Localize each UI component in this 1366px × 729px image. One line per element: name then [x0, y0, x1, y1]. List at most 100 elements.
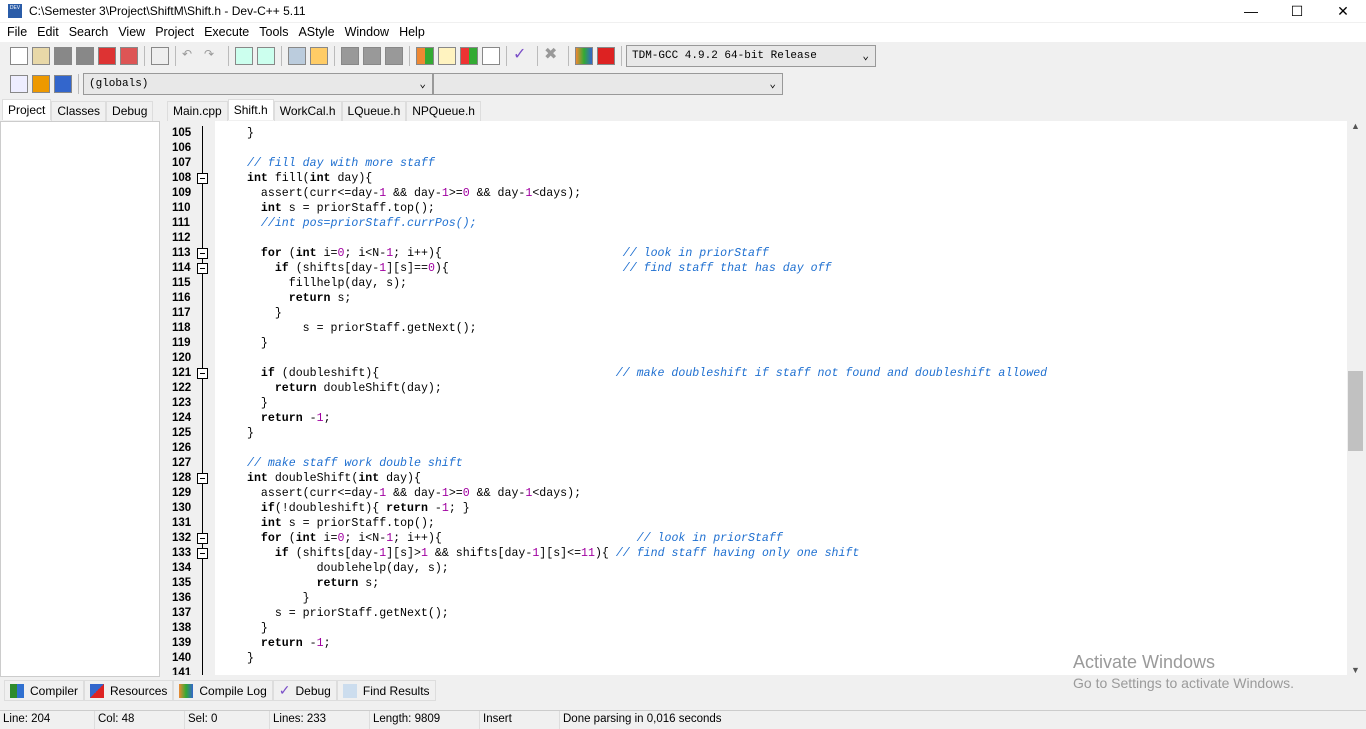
tab-classes[interactable]: Classes — [51, 101, 107, 121]
fold-toggle-icon[interactable] — [197, 548, 208, 559]
scrollbar-thumb[interactable] — [1348, 371, 1363, 451]
profile-chart-icon[interactable] — [575, 47, 593, 65]
code-line[interactable]: 131 int s = priorStaff.top(); — [165, 516, 1345, 531]
code-line[interactable]: 107 // fill day with more staff — [165, 156, 1345, 171]
new-file-icon[interactable] — [10, 47, 28, 65]
tab-project[interactable]: Project — [2, 99, 52, 120]
menu-help[interactable]: Help — [394, 23, 430, 42]
code-line[interactable]: 134 doublehelp(day, s); — [165, 561, 1345, 576]
tab-lqueue-h[interactable]: LQueue.h — [341, 101, 407, 121]
tab-find-results[interactable]: Find Results — [336, 680, 436, 701]
indent-icon[interactable] — [288, 47, 306, 65]
syntax-check-icon[interactable]: ✓ — [513, 47, 531, 65]
menu-tools[interactable]: Tools — [254, 23, 293, 42]
run-icon[interactable] — [438, 47, 456, 65]
code-line[interactable]: 133 if (shifts[day-1][s]>1 && shifts[day… — [165, 546, 1345, 561]
vertical-scrollbar[interactable]: ▲ ▼ — [1347, 121, 1364, 675]
save-icon[interactable] — [54, 47, 72, 65]
code-line[interactable]: 109 assert(curr<=day-1 && day-1>=0 && da… — [165, 186, 1345, 201]
code-line[interactable]: 117 } — [165, 306, 1345, 321]
code-line[interactable]: 122 return doubleShift(day); — [165, 381, 1345, 396]
menu-execute[interactable]: Execute — [199, 23, 254, 42]
fold-toggle-icon[interactable] — [197, 533, 208, 544]
code-line[interactable]: 124 return -1; — [165, 411, 1345, 426]
tab-main-cpp[interactable]: Main.cpp — [167, 101, 228, 121]
code-line[interactable]: 111 //int pos=priorStaff.currPos(); — [165, 216, 1345, 231]
code-editor[interactable]: 105} 106 107// fill day with more staff 108… — [165, 121, 1364, 675]
code-line[interactable]: 106 — [165, 141, 1345, 156]
code-line[interactable]: 132 for (int i=0; i<N-1; i++){ // look i… — [165, 531, 1345, 546]
close-all-icon[interactable] — [120, 47, 138, 65]
code-line[interactable]: 113 for (int i=0; i<N-1; i++){ // look i… — [165, 246, 1345, 261]
menu-astyle[interactable]: AStyle — [293, 23, 339, 42]
menu-window[interactable]: Window — [340, 23, 394, 42]
redo-icon[interactable]: ↷ — [204, 47, 222, 65]
fold-toggle-icon[interactable] — [197, 473, 208, 484]
open-file-icon[interactable] — [32, 47, 50, 65]
save-all-icon[interactable] — [76, 47, 94, 65]
code-line[interactable]: 108 int fill(int day){ — [165, 171, 1345, 186]
fold-toggle-icon[interactable] — [197, 368, 208, 379]
code-line[interactable]: 129 assert(curr<=day-1 && day-1>=0 && da… — [165, 486, 1345, 501]
fold-toggle-icon[interactable] — [197, 248, 208, 259]
find-icon[interactable] — [235, 47, 253, 65]
code-line[interactable]: 137 s = priorStaff.getNext(); — [165, 606, 1345, 621]
menu-project[interactable]: Project — [150, 23, 199, 42]
scroll-down-icon[interactable]: ▼ — [1347, 665, 1364, 675]
goto-forward-icon[interactable] — [363, 47, 381, 65]
code-line[interactable]: 139 return -1; — [165, 636, 1345, 651]
replace-icon[interactable] — [257, 47, 275, 65]
add-member-icon[interactable] — [32, 75, 50, 93]
code-line[interactable]: 125} — [165, 426, 1345, 441]
menu-search[interactable]: Search — [64, 23, 114, 42]
code-line[interactable]: 114 if (shifts[day-1][s]==0){ // find st… — [165, 261, 1345, 276]
maximize-button[interactable]: ☐ — [1274, 0, 1320, 22]
tab-compiler[interactable]: Compiler — [4, 680, 85, 701]
code-line[interactable]: 119 } — [165, 336, 1345, 351]
scope-select[interactable]: (globals) ⌄ — [83, 73, 433, 95]
code-line[interactable]: 121 if (doubleshift){ // make doubleshif… — [165, 366, 1345, 381]
tab-npqueue-h[interactable]: NPQueue.h — [406, 101, 481, 121]
goto-declaration-icon[interactable] — [54, 75, 72, 93]
code-line[interactable]: 135 return s; — [165, 576, 1345, 591]
tab-compile-log[interactable]: Compile Log — [173, 680, 273, 701]
print-icon[interactable] — [151, 47, 169, 65]
member-select[interactable]: ⌄ — [433, 73, 783, 95]
menu-view[interactable]: View — [113, 23, 150, 42]
stop-icon[interactable]: ✖ — [544, 47, 562, 65]
new-class-icon[interactable] — [10, 75, 28, 93]
close-file-icon[interactable] — [98, 47, 116, 65]
code-line[interactable]: 105} — [165, 126, 1345, 141]
tab-shift-h[interactable]: Shift.h — [227, 99, 274, 120]
code-line[interactable]: 116 return s; — [165, 291, 1345, 306]
minimize-button[interactable]: — — [1228, 0, 1274, 22]
tab-debug[interactable]: Debug — [106, 101, 154, 121]
code-line[interactable]: 123 } — [165, 396, 1345, 411]
delete-profile-icon[interactable] — [597, 47, 615, 65]
project-panel[interactable] — [0, 121, 160, 677]
undo-icon[interactable]: ↶ — [182, 47, 200, 65]
unindent-icon[interactable] — [310, 47, 328, 65]
code-line[interactable]: 120 — [165, 351, 1345, 366]
code-line[interactable]: 112 — [165, 231, 1345, 246]
bookmark-icon[interactable] — [385, 47, 403, 65]
compile-run-icon[interactable] — [460, 47, 478, 65]
code-line[interactable]: 115 fillhelp(day, s); — [165, 276, 1345, 291]
scroll-up-icon[interactable]: ▲ — [1347, 121, 1364, 131]
tab-debug-bottom[interactable]: ✓ Debug — [272, 680, 337, 701]
compiler-select[interactable]: TDM-GCC 4.9.2 64-bit Release ⌄ — [626, 45, 876, 67]
code-line[interactable]: 138 } — [165, 621, 1345, 636]
code-line[interactable]: 127 // make staff work double shift — [165, 456, 1345, 471]
code-line[interactable]: 110 int s = priorStaff.top(); — [165, 201, 1345, 216]
code-line[interactable]: 130 if(!doubleshift){ return -1; } — [165, 501, 1345, 516]
fold-toggle-icon[interactable] — [197, 263, 208, 274]
tab-workcal-h[interactable]: WorkCal.h — [273, 101, 342, 121]
code-line[interactable]: 126 — [165, 441, 1345, 456]
compile-icon[interactable] — [416, 47, 434, 65]
rebuild-icon[interactable] — [482, 47, 500, 65]
menu-file[interactable]: File — [2, 23, 32, 42]
code-line[interactable]: 136 } — [165, 591, 1345, 606]
menu-edit[interactable]: Edit — [32, 23, 64, 42]
code-line[interactable]: 128 int doubleShift(int day){ — [165, 471, 1345, 486]
close-button[interactable]: ✕ — [1320, 0, 1366, 22]
